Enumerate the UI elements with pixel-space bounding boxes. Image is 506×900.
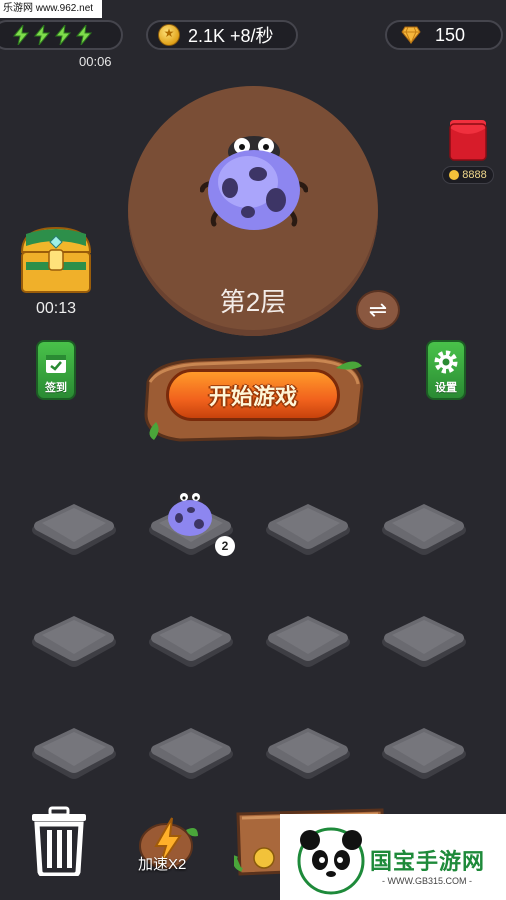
speed-label: 加速X2 [138,856,187,873]
lightning-icon [12,25,30,45]
treasure-chest-icon[interactable] [16,222,96,296]
red-packet-icon[interactable] [448,118,488,162]
settings-button[interactable]: 设置 [426,340,466,400]
swap-arrows-icon: ⇌ [368,297,388,322]
settings-label: 设置 [435,382,457,394]
coin-icon [158,24,180,46]
grid-slot[interactable] [380,502,468,558]
grid-slot[interactable] [380,726,468,782]
energy-bar [0,20,123,50]
grid-slot[interactable] [30,614,118,670]
coin-icon [449,170,460,180]
swap-floor-button[interactable]: ⇌ [356,290,400,330]
gear-icon [434,350,458,374]
signin-button[interactable]: 签到 [36,340,76,400]
panda-logo-icon [297,827,365,895]
lightning-icon [33,25,51,45]
calendar-check-icon [46,355,66,373]
energy-timer: 00:06 [79,54,112,69]
gem-value: 150 [435,24,466,45]
red-packet-amount-text: 8888 [462,169,487,181]
bug-character[interactable] [200,124,308,236]
grid-slot[interactable] [380,614,468,670]
grid-slot[interactable] [264,614,352,670]
bug-level-badge: 2 [215,536,235,556]
lightning-icon [54,25,72,45]
gem-counter: 150 [385,20,503,50]
coin-counter: 2.1K +8/秒 [146,20,298,50]
start-game-button[interactable]: 开始游戏 [166,369,340,421]
gem-icon [401,26,421,44]
grid-slot[interactable] [264,726,352,782]
watermark-title: 国宝手游网 [370,849,486,874]
site-watermark: 乐游网 www.962.net [0,0,102,18]
chest-timer: 00:13 [36,300,77,317]
grid-slot[interactable] [147,614,235,670]
grid-slot[interactable] [147,726,235,782]
grid-slot[interactable] [30,502,118,558]
coin-value: 2.1K +8/秒 [188,26,274,46]
watermark-url: - WWW.GB315.COM - [382,876,472,886]
signin-label: 签到 [45,382,67,394]
grid-bug-character[interactable] [163,488,217,543]
floor-plate[interactable]: 第2层 [128,86,378,336]
red-packet-amount: 8888 [442,166,494,184]
floor-label: 第2层 [219,287,287,317]
trash-icon[interactable] [30,806,88,876]
grid-slot[interactable] [264,502,352,558]
lightning-icon [75,25,93,45]
grid-slot[interactable] [30,726,118,782]
